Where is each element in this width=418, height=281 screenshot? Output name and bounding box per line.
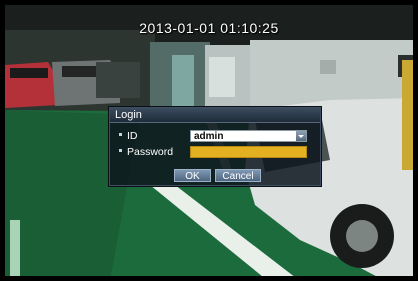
id-value: admin [194,131,224,142]
dialog-title: Login [115,109,142,121]
password-row: Password [110,146,320,159]
id-row: ID admin [110,130,320,143]
dvr-screen: 2013-01-01 01:10:25 Login ID admin Passw… [0,0,418,281]
bullet-icon [119,133,122,136]
login-dialog: Login ID admin Password OK Cancel [109,107,321,186]
password-label: Password [127,146,174,158]
cancel-button[interactable]: Cancel [215,169,261,182]
dialog-titlebar: Login [110,108,320,123]
timestamp-overlay: 2013-01-01 01:10:25 [139,20,279,36]
bullet-icon [119,149,122,152]
ok-button[interactable]: OK [174,169,211,182]
id-select[interactable]: admin [190,130,307,142]
password-input[interactable] [190,146,307,158]
id-label: ID [127,130,138,142]
chevron-down-icon[interactable] [296,131,306,141]
